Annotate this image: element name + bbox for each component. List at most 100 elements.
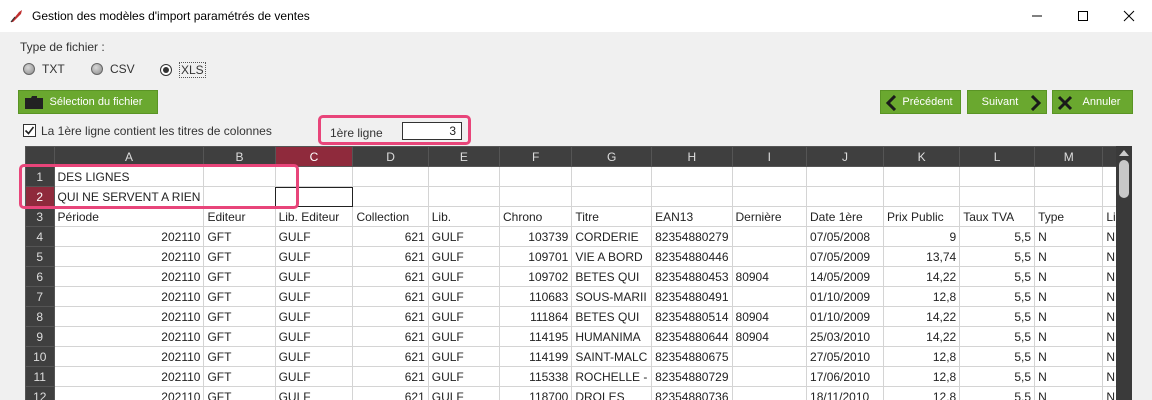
grid-cell[interactable]	[498, 186, 573, 207]
grid-cell[interactable]: GULF	[274, 246, 354, 267]
scroll-up-icon[interactable]	[1119, 150, 1129, 156]
grid-cell[interactable]	[1034, 186, 1104, 207]
grid-cell[interactable]	[352, 186, 429, 207]
row-header[interactable]: 5	[25, 246, 55, 267]
grid-cell[interactable]: BETES QUI	[571, 266, 653, 287]
column-header[interactable]: M	[1034, 146, 1104, 167]
grid-cell[interactable]: N	[1034, 286, 1104, 307]
grid-cell[interactable]: Date 1ère	[806, 206, 884, 227]
grid-cell[interactable]: N	[1034, 246, 1104, 267]
grid-cell[interactable]: 82354880644	[651, 326, 733, 347]
grid-cell[interactable]: Type	[1034, 206, 1104, 227]
grid-cell[interactable]: GFT	[203, 306, 276, 327]
grid-cell[interactable]: GULF	[427, 266, 500, 287]
grid-cell[interactable]: 14,22	[882, 306, 961, 327]
column-header[interactable]: G	[571, 146, 653, 167]
column-header[interactable]: I	[731, 146, 808, 167]
grid-cell[interactable]: 202110	[53, 386, 205, 400]
grid-cell[interactable]: 82354880279	[651, 226, 733, 247]
grid-cell[interactable]: BETES QUI	[571, 306, 653, 327]
grid-cell[interactable]: 621	[352, 326, 429, 347]
grid-cell[interactable]: GULF	[274, 306, 354, 327]
grid-cell[interactable]: 12,8	[882, 346, 961, 367]
grid-cell[interactable]: N	[1034, 326, 1104, 347]
grid-cell[interactable]: 12,8	[882, 366, 961, 387]
grid-cell[interactable]: 621	[352, 266, 429, 287]
grid-cell[interactable]	[731, 366, 808, 387]
grid-cell[interactable]: 5,5	[959, 386, 1036, 400]
grid-cell[interactable]: 5,5	[959, 346, 1036, 367]
grid-cell[interactable]: Taux TVA	[959, 206, 1036, 227]
minimize-button[interactable]	[1014, 0, 1060, 32]
grid-cell[interactable]: 111864	[498, 306, 573, 327]
grid-cell[interactable]: VIE A BORD	[571, 246, 653, 267]
grid-cell[interactable]	[352, 166, 429, 187]
grid-cell[interactable]	[571, 166, 653, 187]
grid-cell[interactable]: 07/05/2008	[806, 226, 884, 247]
grid-cell[interactable]	[882, 186, 961, 207]
grid-cell[interactable]: ROCHELLE -	[571, 366, 653, 387]
column-header[interactable]: D	[352, 146, 429, 167]
grid-cell[interactable]: CORDERIE	[571, 226, 653, 247]
grid-cell[interactable]: 114199	[498, 346, 573, 367]
grid-cell[interactable]: 109702	[498, 266, 573, 287]
next-button[interactable]: Suivant	[967, 90, 1047, 114]
grid-cell[interactable]: N	[1034, 386, 1104, 400]
grid-cell[interactable]: 5,5	[959, 286, 1036, 307]
grid-cell[interactable]: 118700	[498, 386, 573, 400]
header-row-checkbox[interactable]	[23, 124, 36, 137]
grid-cell[interactable]: 82354880729	[651, 366, 733, 387]
radio-txt[interactable]: TXT	[23, 62, 65, 76]
grid-cell[interactable]: 01/10/2009	[806, 286, 884, 307]
grid-cell[interactable]: N	[1034, 266, 1104, 287]
grid-cell[interactable]: 82354880453	[651, 266, 733, 287]
grid-cell[interactable]: 27/05/2010	[806, 346, 884, 367]
grid-cell[interactable]: GULF	[274, 346, 354, 367]
grid-cell[interactable]: 5,5	[959, 266, 1036, 287]
grid-cell[interactable]: GULF	[427, 366, 500, 387]
radio-csv[interactable]: CSV	[91, 62, 135, 76]
grid-cell[interactable]: N	[1034, 346, 1104, 367]
grid-cell[interactable]: Dernière	[731, 206, 808, 227]
grid-cell[interactable]: 5,5	[959, 326, 1036, 347]
vertical-scrollbar[interactable]	[1116, 146, 1132, 400]
row-header[interactable]: 10	[25, 346, 55, 367]
grid-cell[interactable]: 621	[352, 286, 429, 307]
grid-cell[interactable]: 621	[352, 366, 429, 387]
grid-cell[interactable]: GFT	[203, 226, 276, 247]
grid-cell[interactable]: GULF	[427, 286, 500, 307]
grid-cell[interactable]: Période	[53, 206, 205, 227]
row-header[interactable]: 12	[25, 386, 55, 400]
grid-cell[interactable]: 82354880514	[651, 306, 733, 327]
grid-cell[interactable]	[731, 346, 808, 367]
row-header[interactable]: 6	[25, 266, 55, 287]
grid-cell[interactable]: 103739	[498, 226, 573, 247]
grid-cell[interactable]: SOUS-MARII	[571, 286, 653, 307]
grid-cell[interactable]: 5,5	[959, 246, 1036, 267]
grid-cell[interactable]: DROLES	[571, 386, 653, 400]
grid-cell[interactable]: GFT	[203, 346, 276, 367]
grid-cell[interactable]: Collection	[352, 206, 429, 227]
grid-cell[interactable]: GULF	[427, 326, 500, 347]
grid-cell[interactable]: 202110	[53, 346, 205, 367]
cancel-button[interactable]: Annuler	[1052, 90, 1133, 114]
grid-cell[interactable]	[882, 166, 961, 187]
grid-cell[interactable]: GFT	[203, 246, 276, 267]
grid-cell[interactable]: 12,8	[882, 386, 961, 400]
column-header[interactable]: F	[498, 146, 573, 167]
grid-cell[interactable]	[1034, 166, 1104, 187]
grid-cell[interactable]: Prix Public	[882, 206, 961, 227]
row-header[interactable]: 7	[25, 286, 55, 307]
grid-cell[interactable]: Titre	[571, 206, 653, 227]
grid-cell[interactable]: 12,8	[882, 286, 961, 307]
grid-cell[interactable]: 202110	[53, 326, 205, 347]
grid-cell[interactable]: 13,74	[882, 246, 961, 267]
grid-cell[interactable]: 621	[352, 226, 429, 247]
grid-cell[interactable]: GULF	[427, 306, 500, 327]
grid-cell[interactable]: 18/11/2010	[806, 386, 884, 400]
grid-cell[interactable]: 621	[352, 306, 429, 327]
grid-cell[interactable]: 14,22	[882, 266, 961, 287]
grid-cell[interactable]: GULF	[274, 326, 354, 347]
grid-cell[interactable]	[731, 386, 808, 400]
select-file-button[interactable]: Sélection du fichier	[18, 90, 158, 114]
